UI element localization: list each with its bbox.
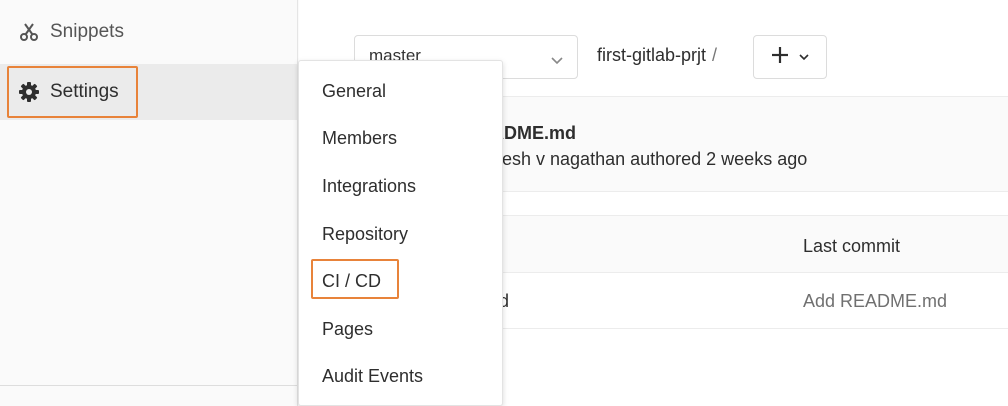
- sidebar-item-label: Snippets: [50, 21, 124, 42]
- menu-item-members[interactable]: Members: [322, 128, 397, 149]
- menu-item-audit-events[interactable]: Audit Events: [322, 366, 423, 387]
- project-link[interactable]: first-gitlab-prjt: [597, 45, 706, 65]
- settings-highlight-box: [7, 66, 138, 118]
- sidebar-divider: [0, 385, 297, 386]
- breadcrumb-separator: /: [712, 45, 718, 65]
- file-last-commit[interactable]: Add README.md: [803, 291, 947, 312]
- plus-icon: [771, 46, 789, 69]
- chevron-down-icon: [799, 48, 809, 66]
- scissors-icon: [18, 21, 40, 43]
- menu-item-pages[interactable]: Pages: [322, 319, 373, 340]
- chevron-down-icon: [551, 50, 563, 70]
- column-header-last-commit: Last commit: [803, 236, 901, 256]
- menu-item-integrations[interactable]: Integrations: [322, 176, 416, 197]
- commit-meta: tesh v nagathan authored 2 weeks ago: [497, 149, 808, 169]
- sidebar-item-snippets[interactable]: Snippets: [0, 4, 297, 60]
- menu-item-general[interactable]: General: [322, 81, 386, 102]
- ci-cd-highlight-box: [311, 259, 399, 299]
- menu-item-repository[interactable]: Repository: [322, 224, 408, 245]
- settings-flyout-menu: General Members Integrations Repository …: [298, 60, 503, 406]
- commit-title[interactable]: ADME.md: [491, 123, 576, 144]
- breadcrumb: first-gitlab-prjt /: [597, 45, 717, 66]
- sidebar: Snippets Settings: [0, 0, 298, 406]
- add-file-dropdown-button[interactable]: [753, 35, 827, 79]
